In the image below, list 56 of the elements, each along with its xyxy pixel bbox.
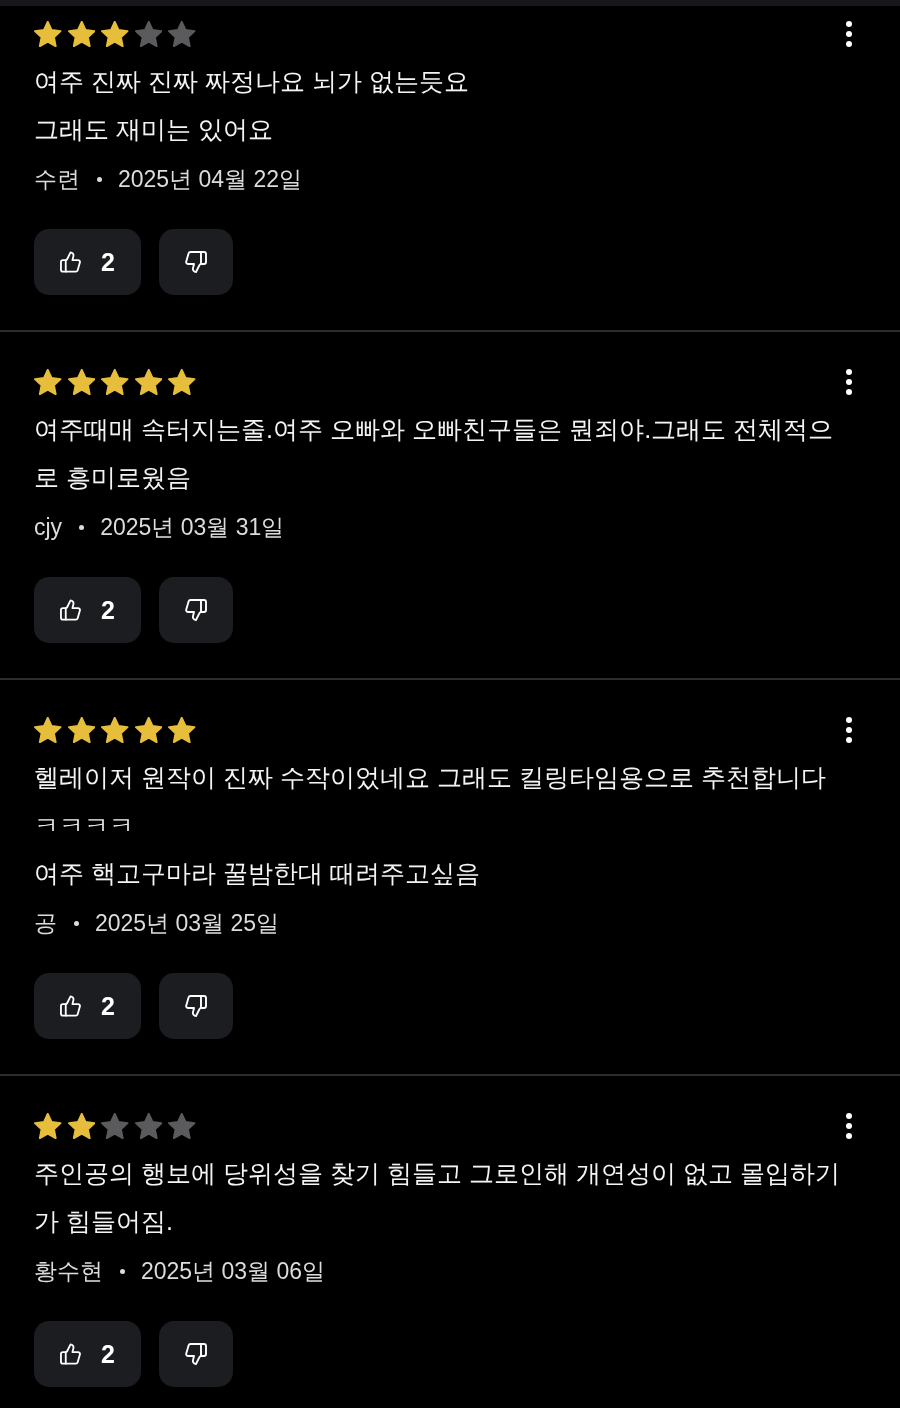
thumbs-down-icon [185, 599, 207, 621]
more-options-icon[interactable] [846, 1112, 852, 1139]
star-icon [101, 368, 129, 395]
more-options-icon[interactable] [846, 368, 852, 395]
reviewer-name: cjy [34, 513, 63, 541]
star-icon [168, 716, 196, 743]
star-icon [67, 368, 95, 395]
star-icon [101, 20, 129, 47]
review-date: 2025년 03월 06일 [141, 1256, 326, 1286]
star-icon [168, 368, 196, 395]
thumbs-down-icon [185, 1343, 207, 1365]
star-icon [34, 368, 62, 395]
like-button[interactable]: 2 [34, 577, 141, 643]
dislike-button[interactable] [159, 577, 233, 643]
thumbs-up-icon [60, 995, 82, 1017]
like-button[interactable]: 2 [34, 229, 141, 295]
star-icon [34, 716, 62, 743]
review-text: 여주때매 속터지는줄.여주 오빠와 오빠친구들은 뭔죄야.그래도 전체적으로 흥미로웠음 [34, 414, 835, 493]
reviewer-name: 수련 [34, 164, 80, 194]
star-icon [168, 1112, 196, 1139]
thumbs-up-icon [60, 1343, 82, 1365]
dislike-button[interactable] [159, 229, 233, 295]
reviewer-name: 공 [34, 908, 57, 938]
thumbs-up-icon [60, 251, 82, 273]
thumbs-down-icon [185, 995, 207, 1017]
star-icon [134, 20, 162, 47]
separator-dot-icon [97, 176, 102, 182]
dislike-button[interactable] [159, 973, 233, 1039]
star-icon [101, 1112, 129, 1139]
separator-dot-icon [120, 1268, 125, 1274]
star-icon [101, 716, 129, 743]
star-icon [134, 1112, 162, 1139]
review-text: 여주 진짜 진짜 짜정나요 뇌가 없는듯요 그래도 재미는 있어요 [34, 66, 471, 145]
star-icon [67, 716, 95, 743]
review-text: 주인공의 행보에 당위성을 찾기 힘들고 그로인해 개연성이 없고 몰입하기가 힘들어짐. [34, 1158, 842, 1237]
star-icon [134, 716, 162, 743]
more-options-icon[interactable] [846, 716, 852, 743]
thumbs-down-icon [185, 251, 207, 273]
dislike-button[interactable] [159, 1321, 233, 1387]
separator-dot-icon [79, 524, 85, 530]
star-icon [168, 20, 196, 47]
like-button[interactable]: 2 [34, 973, 141, 1039]
separator-dot-icon [74, 920, 79, 926]
review-date: 2025년 03월 31일 [100, 512, 285, 542]
review-text: 헬레이저 원작이 진짜 수작이었네요 그래도 킬링타임용으로 추천합니다 ㅋㅋㅋㅋ 여주 핵고구마라 꿀밤한대 때려주고싶음 [34, 762, 828, 889]
review-date: 2025년 04월 22일 [118, 164, 303, 194]
star-icon [34, 20, 62, 47]
star-icon [34, 1112, 62, 1139]
more-options-icon[interactable] [846, 20, 852, 47]
star-icon [67, 1112, 95, 1139]
star-icon [67, 20, 95, 47]
star-icon [134, 368, 162, 395]
reviewer-name: 황수현 [34, 1256, 103, 1286]
thumbs-up-icon [60, 599, 82, 621]
review-date: 2025년 03월 25일 [95, 908, 280, 938]
like-button[interactable]: 2 [34, 1321, 141, 1387]
